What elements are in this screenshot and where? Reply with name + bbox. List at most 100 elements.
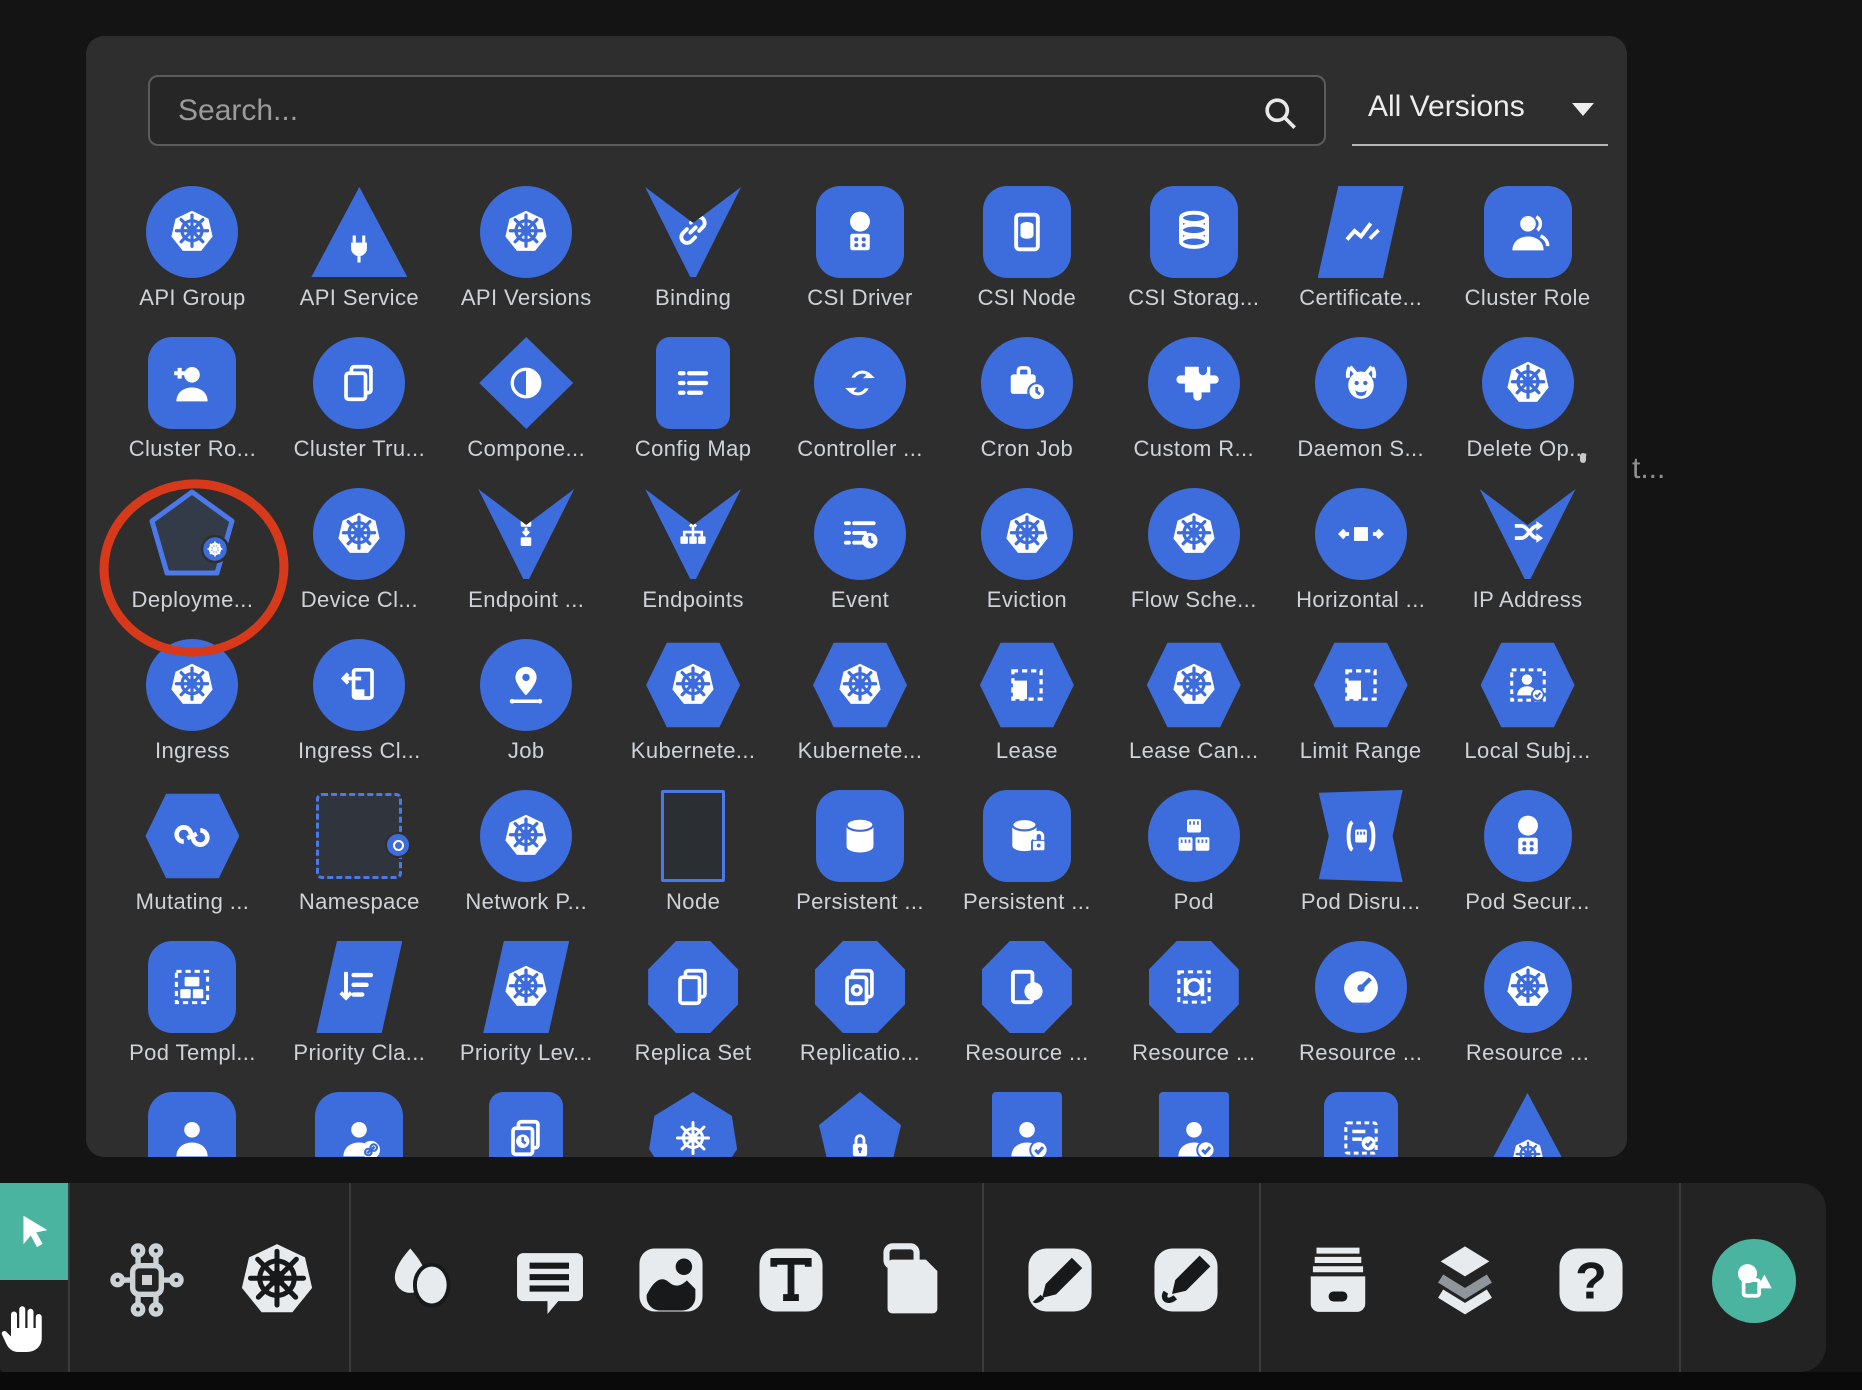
shape-item-daemon-s[interactable]: Daemon S... (1277, 337, 1444, 488)
shape-item-compone[interactable]: Compone... (443, 337, 610, 488)
shape-item-binding[interactable]: Binding (610, 186, 777, 337)
k8s-icon (813, 641, 907, 729)
tool-text[interactable] (748, 1237, 834, 1323)
tool-pen[interactable] (1017, 1237, 1103, 1323)
shape-item-ingress[interactable]: Ingress (109, 639, 276, 790)
shape-item-custom-r[interactable]: Custom R... (1110, 337, 1277, 488)
dblock-icon (983, 790, 1071, 882)
shape-item-event[interactable]: Event (777, 488, 944, 639)
shape-item-endpoints[interactable]: Endpoints (610, 488, 777, 639)
shape-item-certificate[interactable]: Certificate... (1277, 186, 1444, 337)
shape-item-row7-58[interactable] (777, 1092, 944, 1157)
shape-item-local-subj[interactable]: Local Subj... (1444, 639, 1611, 790)
shape-item-api-service[interactable]: API Service (276, 186, 443, 337)
comment-icon (507, 1237, 593, 1323)
shape-item-cluster-role[interactable]: Cluster Role (1444, 186, 1611, 337)
shape-item-job[interactable]: Job (443, 639, 610, 790)
tool-shape-library[interactable] (1712, 1239, 1796, 1323)
shape-item-row7-57[interactable] (610, 1092, 777, 1157)
shape-item-api-versions[interactable]: API Versions (443, 186, 610, 337)
shape-label: Endpoints (642, 587, 743, 613)
tool-comment[interactable] (507, 1237, 593, 1323)
shape-label: Cluster Role (1465, 285, 1591, 311)
shape-item-ip-address[interactable]: IP Address (1444, 488, 1611, 639)
shape-label: CSI Storag... (1128, 285, 1259, 311)
shape-item-resource[interactable]: Resource ... (943, 941, 1110, 1092)
shape-item-device-cl[interactable]: Device Cl... (276, 488, 443, 639)
help-icon: ? (1548, 1237, 1634, 1323)
shape-item-ingress-cl[interactable]: Ingress Cl... (276, 639, 443, 790)
shape-item-csi-driver[interactable]: CSI Driver (777, 186, 944, 337)
shape-item-controller[interactable]: Controller ... (777, 337, 944, 488)
search-input[interactable] (176, 93, 1264, 129)
shape-item-row7-56[interactable] (443, 1092, 610, 1157)
shape-label: Persistent ... (796, 889, 924, 915)
dashperson-icon (1481, 641, 1575, 729)
shape-item-row7-55[interactable] (276, 1092, 443, 1157)
tool-select[interactable] (0, 1183, 68, 1280)
shape-item-mutating[interactable]: Mutating ... (109, 790, 276, 941)
shape-item-cron-job[interactable]: Cron Job (943, 337, 1110, 488)
shape-item-node[interactable]: Node (610, 790, 777, 941)
tool-archive[interactable] (1295, 1237, 1381, 1323)
shape-item-resource[interactable]: Resource ... (1277, 941, 1444, 1092)
shape-item-priority-lev[interactable]: Priority Lev... (443, 941, 610, 1092)
shape-item-pod-disru[interactable]: Pod Disru... (1277, 790, 1444, 941)
toolbar-divider (68, 1183, 70, 1372)
shape-item-pod-templ[interactable]: Pod Templ... (109, 941, 276, 1092)
version-filter-dropdown[interactable]: All Versions (1352, 76, 1608, 146)
shape-icon-box (943, 488, 1110, 580)
shape-item-eviction[interactable]: Eviction (943, 488, 1110, 639)
search-box[interactable] (148, 75, 1326, 146)
shape-item-row7-54[interactable] (109, 1092, 276, 1157)
shape-item-pod[interactable]: Pod (1110, 790, 1277, 941)
shape-item-lease-can[interactable]: Lease Can... (1110, 639, 1277, 790)
shape-icon-box (109, 337, 276, 429)
shape-item-config-map[interactable]: Config Map (610, 337, 777, 488)
shape-item-replicatio[interactable]: Replicatio... (777, 941, 944, 1092)
shape-item-kubernete[interactable]: Kubernete... (777, 639, 944, 790)
shape-item-persistent[interactable]: Persistent ... (777, 790, 944, 941)
k8s-badge-icon (385, 832, 411, 858)
tool-shapes[interactable] (378, 1237, 464, 1323)
tool-flowchart[interactable] (104, 1237, 190, 1323)
shape-item-persistent[interactable]: Persistent ... (943, 790, 1110, 941)
tool-help[interactable]: ? (1548, 1237, 1634, 1323)
tool-note[interactable] (870, 1237, 956, 1323)
scrollbar-thumb[interactable] (1580, 453, 1586, 463)
shape-item-cluster-ro[interactable]: Cluster Ro... (109, 337, 276, 488)
shape-icon-box (109, 941, 276, 1033)
shape-item-row7-61[interactable] (1277, 1092, 1444, 1157)
shape-item-api-group[interactable]: API Group (109, 186, 276, 337)
shape-item-csi-node[interactable]: CSI Node (943, 186, 1110, 337)
shape-item-resource[interactable]: Resource ... (1444, 941, 1611, 1092)
shape-item-csi-storag[interactable]: CSI Storag... (1110, 186, 1277, 337)
shape-label: Endpoint ... (468, 587, 584, 613)
shape-item-limit-range[interactable]: Limit Range (1277, 639, 1444, 790)
shape-item-pod-secur[interactable]: Pod Secur... (1444, 790, 1611, 941)
shape-item-lease[interactable]: Lease (943, 639, 1110, 790)
shape-item-resource[interactable]: Resource ... (1110, 941, 1277, 1092)
tool-highlighter[interactable] (1143, 1237, 1229, 1323)
k8s-icon (1484, 941, 1572, 1033)
tool-kubernetes[interactable] (234, 1237, 320, 1323)
shape-item-replica-set[interactable]: Replica Set (610, 941, 777, 1092)
shape-item-row7-60[interactable] (1110, 1092, 1277, 1157)
shape-item-row7-62[interactable] (1444, 1092, 1611, 1157)
tool-layers[interactable] (1422, 1237, 1508, 1323)
db-icon (816, 790, 904, 882)
shape-label: Controller ... (797, 436, 922, 462)
shape-item-deployme[interactable]: Deployme... (109, 488, 276, 639)
shape-item-flow-sche[interactable]: Flow Sche... (1110, 488, 1277, 639)
shape-item-kubernete[interactable]: Kubernete... (610, 639, 777, 790)
shape-item-cluster-tru[interactable]: Cluster Tru... (276, 337, 443, 488)
shape-item-endpoint[interactable]: Endpoint ... (443, 488, 610, 639)
shape-item-delete-op[interactable]: Delete Op... (1444, 337, 1611, 488)
shape-item-namespace[interactable]: Namespace (276, 790, 443, 941)
shape-item-row7-59[interactable] (943, 1092, 1110, 1157)
shape-item-horizontal[interactable]: Horizontal ... (1277, 488, 1444, 639)
tool-image[interactable] (628, 1237, 714, 1323)
shape-item-priority-cla[interactable]: Priority Cla... (276, 941, 443, 1092)
shape-item-network-p[interactable]: Network P... (443, 790, 610, 941)
tool-hand[interactable] (0, 1292, 56, 1362)
